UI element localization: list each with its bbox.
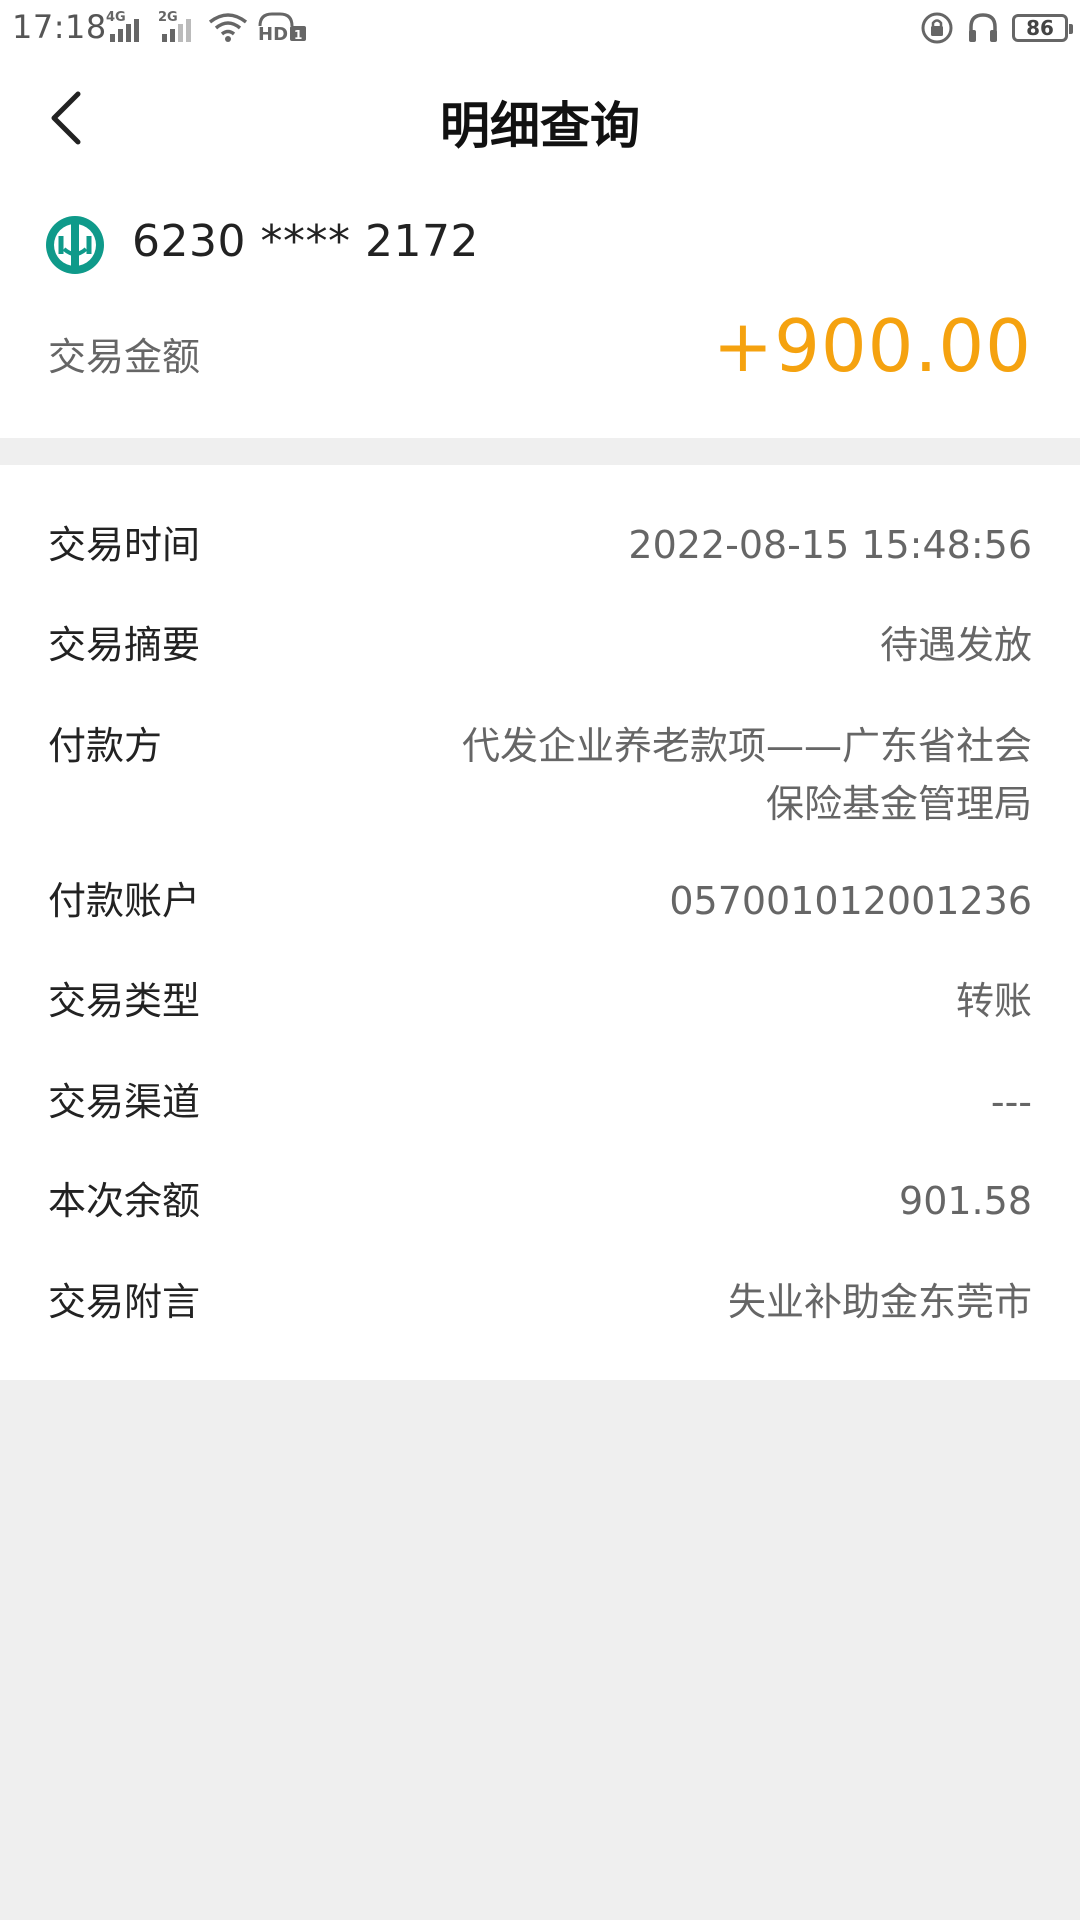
svg-text:1: 1 xyxy=(294,28,302,42)
detail-value: 057001012001236 xyxy=(669,879,1032,923)
detail-label: 交易摘要 xyxy=(48,623,201,667)
card-number: 6230 **** 2172 xyxy=(132,216,479,267)
detail-value: 失业补助金东莞市 xyxy=(727,1280,1032,1324)
detail-label: 本次余额 xyxy=(48,1179,201,1223)
detail-value: --- xyxy=(990,1080,1032,1124)
detail-value: 待遇发放 xyxy=(879,623,1032,667)
detail-value: 2022-08-15 15:48:56 xyxy=(628,523,1032,567)
detail-value: 转账 xyxy=(955,979,1032,1023)
detail-value: 901.58 xyxy=(899,1179,1032,1223)
status-bar: 17:18 4G 2G HD 1 86 xyxy=(0,0,1080,56)
amount-label: 交易金额 xyxy=(48,335,201,379)
status-left-icons: 4G 2G HD 1 xyxy=(104,10,310,42)
transaction-details: 交易时间 2022-08-15 15:48:56 交易摘要 待遇发放 付款方 代… xyxy=(0,465,1080,1380)
signal-4g-icon: 4G xyxy=(104,10,148,42)
detail-label: 交易类型 xyxy=(48,979,201,1023)
wifi-icon xyxy=(208,13,248,42)
payer-line-2: 保险基金管理局 xyxy=(765,782,1032,826)
detail-label: 付款账户 xyxy=(48,879,201,923)
payer-line-1: 代发企业养老款项——广东省社会 xyxy=(461,724,1032,768)
headphones-icon xyxy=(969,13,997,42)
transaction-summary: 6230 **** 2172 交易金额 +900.00 xyxy=(0,180,1080,438)
status-time: 17:18 xyxy=(12,8,107,46)
battery-indicator: 86 xyxy=(1012,14,1073,42)
status-right-icons: 86 xyxy=(920,10,1073,46)
detail-label: 付款方 xyxy=(48,724,163,768)
lock-rotation-icon xyxy=(921,12,953,44)
detail-label: 交易时间 xyxy=(48,523,201,567)
page-title: 明细查询 xyxy=(440,97,640,155)
signal-2g-icon: 2G xyxy=(156,10,200,42)
svg-text:HD: HD xyxy=(258,24,288,42)
app-header: 明细查询 xyxy=(0,56,1080,180)
detail-label: 交易附言 xyxy=(48,1280,201,1324)
detail-label: 交易渠道 xyxy=(48,1080,201,1124)
hd-volte-icon: HD 1 xyxy=(258,12,306,42)
amount-value: +900.00 xyxy=(712,304,1032,388)
detail-value: 代发企业养老款项——广东省社会 保险基金管理局 xyxy=(462,717,1032,833)
bank-logo-icon xyxy=(46,216,104,274)
